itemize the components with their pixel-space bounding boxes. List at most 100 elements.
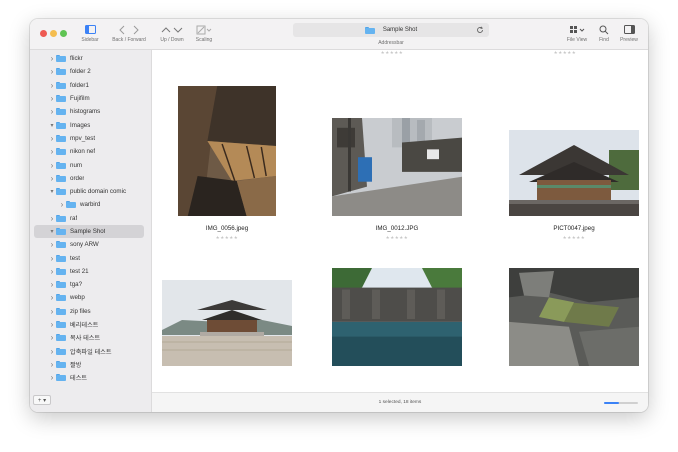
chevron-right-icon[interactable]: ›	[48, 333, 56, 342]
address-bar[interactable]: Sample Shot	[293, 23, 489, 37]
file-rating[interactable]: ★★★★★	[197, 235, 257, 241]
sidebar-item[interactable]: › 짤방	[30, 358, 151, 371]
chevron-right-icon[interactable]: ›	[48, 107, 56, 116]
back-forward-control[interactable]: Back / Forward	[108, 24, 150, 43]
sidebar-item[interactable]: › flickr	[30, 52, 151, 65]
app-window: Sidebar Back / Forward Up / Down Scaling…	[30, 19, 648, 412]
chevron-right-icon[interactable]: ›	[48, 214, 56, 223]
chevron-right-icon[interactable]: ›	[48, 280, 56, 289]
sidebar-item[interactable]: › sony ARW	[30, 238, 151, 251]
find-button[interactable]: Find	[596, 24, 612, 43]
file-name[interactable]: PICT0047.jpeg	[514, 225, 634, 232]
folder-icon	[56, 334, 66, 342]
file-name[interactable]: IMG_0012.JPG	[337, 225, 457, 232]
chevron-right-icon[interactable]: ›	[48, 54, 56, 63]
chevron-right-icon[interactable]: ›	[48, 174, 56, 183]
chevron-right-icon[interactable]: ›	[48, 293, 56, 302]
sidebar-item[interactable]: › nikon nef	[30, 145, 151, 158]
chevron-right-icon[interactable]: ›	[48, 67, 56, 76]
sidebar-item[interactable]: › 베리테스트	[30, 318, 151, 331]
chevron-right-icon[interactable]: ›	[48, 147, 56, 156]
file-thumbnail[interactable]	[178, 86, 276, 216]
sidebar-item[interactable]: › 테스트	[30, 371, 151, 384]
chevron-right-icon[interactable]: ›	[48, 267, 56, 276]
sidebar-item[interactable]: ▾ Images	[30, 118, 151, 131]
folder-icon	[56, 55, 66, 63]
sidebar-item[interactable]: › histograms	[30, 105, 151, 118]
file-name[interactable]: IMG_0056.jpeg	[167, 225, 287, 232]
preview-button[interactable]: Preview	[616, 24, 642, 43]
folder-icon	[56, 188, 66, 196]
close-window-button[interactable]	[40, 30, 47, 37]
sidebar: › flickr › folder 2 › folder1 › Fujifilm › histog…	[30, 50, 152, 392]
chevron-right-icon[interactable]: ›	[48, 254, 56, 263]
chevron-right-icon[interactable]: ›	[48, 307, 56, 316]
sidebar-item[interactable]: › test	[30, 251, 151, 264]
sidebar-item[interactable]: › warbird	[30, 198, 151, 211]
sidebar-item[interactable]: › folder1	[30, 79, 151, 92]
sidebar-item[interactable]: › Fujifilm	[30, 92, 151, 105]
status-text: 1 selected, 18 items	[378, 400, 422, 405]
sidebar-item[interactable]: › test 21	[30, 265, 151, 278]
sidebar-item[interactable]: › 복사 테스트	[30, 331, 151, 344]
preview-icon	[623, 25, 635, 34]
file-rating[interactable]: ★★★★★	[544, 235, 604, 241]
file-view-button[interactable]: File View	[564, 24, 590, 43]
chevron-right-icon[interactable]: ›	[48, 161, 56, 170]
sidebar-item-label: zip files	[70, 307, 91, 315]
folder-icon	[56, 374, 66, 382]
sidebar-item[interactable]: › mpv_test	[30, 132, 151, 145]
chevron-down-icon[interactable]: ▾	[48, 188, 56, 195]
sidebar-item[interactable]: › 압축파일 테스트	[30, 345, 151, 358]
file-thumbnail[interactable]	[332, 118, 462, 216]
sidebar-item[interactable]: › zip files	[30, 305, 151, 318]
chevron-right-icon[interactable]: ›	[48, 134, 56, 143]
minimize-window-button[interactable]	[50, 30, 57, 37]
back-forward-label: Back / Forward	[112, 37, 146, 43]
sidebar-item[interactable]: › raf	[30, 212, 151, 225]
chevron-right-icon[interactable]: ›	[48, 347, 56, 356]
sidebar-item-label: flickr	[70, 55, 83, 63]
scaling-button[interactable]: Scaling	[192, 24, 216, 43]
sidebar-toggle-button[interactable]: Sidebar	[78, 24, 102, 43]
search-icon	[599, 25, 609, 34]
sidebar-item[interactable]: ▾ Sample Shot	[34, 224, 144, 239]
chevron-right-icon[interactable]: ›	[48, 240, 56, 249]
chevron-down-icon[interactable]: ▾	[48, 122, 56, 129]
folder-icon	[56, 148, 66, 156]
sidebar-item[interactable]: ▾ public domain comic	[30, 185, 151, 198]
sidebar-item[interactable]: › order	[30, 172, 151, 185]
chevron-right-icon[interactable]: ›	[48, 360, 56, 369]
chevron-down-icon[interactable]: ▾	[48, 228, 56, 235]
chevron-right-icon[interactable]: ›	[58, 200, 66, 209]
sidebar-item-label: histograms	[70, 108, 101, 116]
sidebar-item-label: 테스트	[70, 375, 88, 383]
sidebar-item-label: Fujifilm	[70, 95, 90, 103]
chevron-right-icon[interactable]: ›	[48, 320, 56, 329]
file-thumbnail[interactable]	[332, 268, 462, 366]
grid-view-icon	[570, 25, 585, 33]
zoom-slider[interactable]	[604, 402, 638, 404]
chevron-right-icon[interactable]: ›	[48, 81, 56, 90]
chevron-right-icon[interactable]: ›	[48, 373, 56, 382]
folder-icon	[56, 241, 66, 249]
zoom-slider-fill	[604, 402, 620, 404]
sidebar-item[interactable]: › folder 2	[30, 65, 151, 78]
scaling-icon	[196, 25, 212, 34]
sidebar-item-label: num	[70, 161, 83, 169]
chevron-right-icon[interactable]: ›	[48, 94, 56, 103]
add-folder-button[interactable]: + ▾	[33, 395, 51, 405]
sidebar-item[interactable]: › webp	[30, 291, 151, 304]
sidebar-item[interactable]: › tga?	[30, 278, 151, 291]
reload-icon[interactable]	[476, 26, 484, 34]
file-rating[interactable]: ★★★★★	[367, 235, 427, 241]
sidebar-item-label: raf	[70, 214, 78, 222]
sidebar-item[interactable]: › num	[30, 158, 151, 171]
up-down-control[interactable]: Up / Down	[156, 24, 188, 43]
file-thumbnail[interactable]	[509, 130, 639, 216]
address-bar-label: Addressbar	[378, 40, 404, 46]
file-thumbnail[interactable]	[509, 268, 639, 366]
zoom-window-button[interactable]	[60, 30, 67, 37]
file-thumbnail[interactable]	[162, 280, 292, 366]
sidebar-item-label: public domain comic	[70, 188, 127, 196]
